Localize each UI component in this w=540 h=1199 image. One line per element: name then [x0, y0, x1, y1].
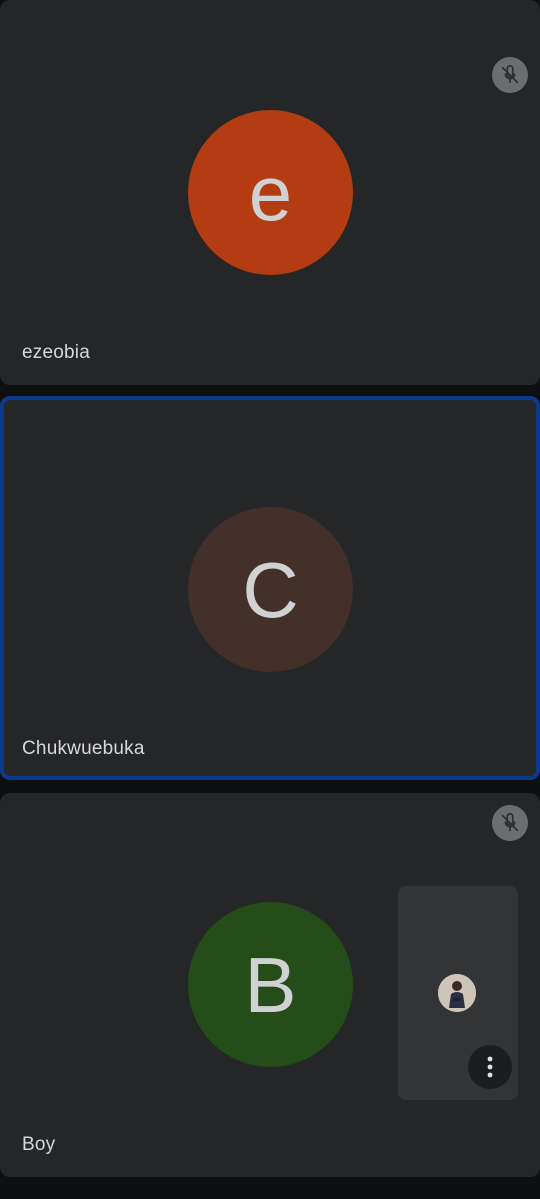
participant-name: Boy — [22, 1134, 56, 1155]
mic-off-icon — [501, 813, 519, 832]
avatar: e — [188, 110, 353, 275]
participant-name: ezeobia — [22, 342, 90, 363]
mic-off-indicator — [492, 805, 528, 841]
avatar: C — [188, 507, 353, 672]
avatar: B — [188, 902, 353, 1067]
participant-name: Chukwuebuka — [22, 738, 145, 759]
mic-off-icon — [501, 65, 519, 84]
mic-off-indicator — [492, 57, 528, 93]
participant-tile-ezeobia[interactable]: e ezeobia — [0, 0, 540, 385]
user-photo — [438, 974, 476, 1012]
participant-tile-boy[interactable]: B Boy — [0, 793, 540, 1177]
avatar-initial: e — [248, 148, 293, 237]
self-view-preview[interactable] — [398, 886, 518, 1100]
more-options-button[interactable] — [468, 1045, 512, 1089]
participant-tile-chukwuebuka[interactable]: C Chukwuebuka — [0, 396, 540, 780]
more-vert-icon — [487, 1056, 493, 1078]
self-avatar — [438, 974, 476, 1012]
avatar-initial: C — [242, 545, 299, 634]
avatar-initial: B — [244, 940, 297, 1029]
